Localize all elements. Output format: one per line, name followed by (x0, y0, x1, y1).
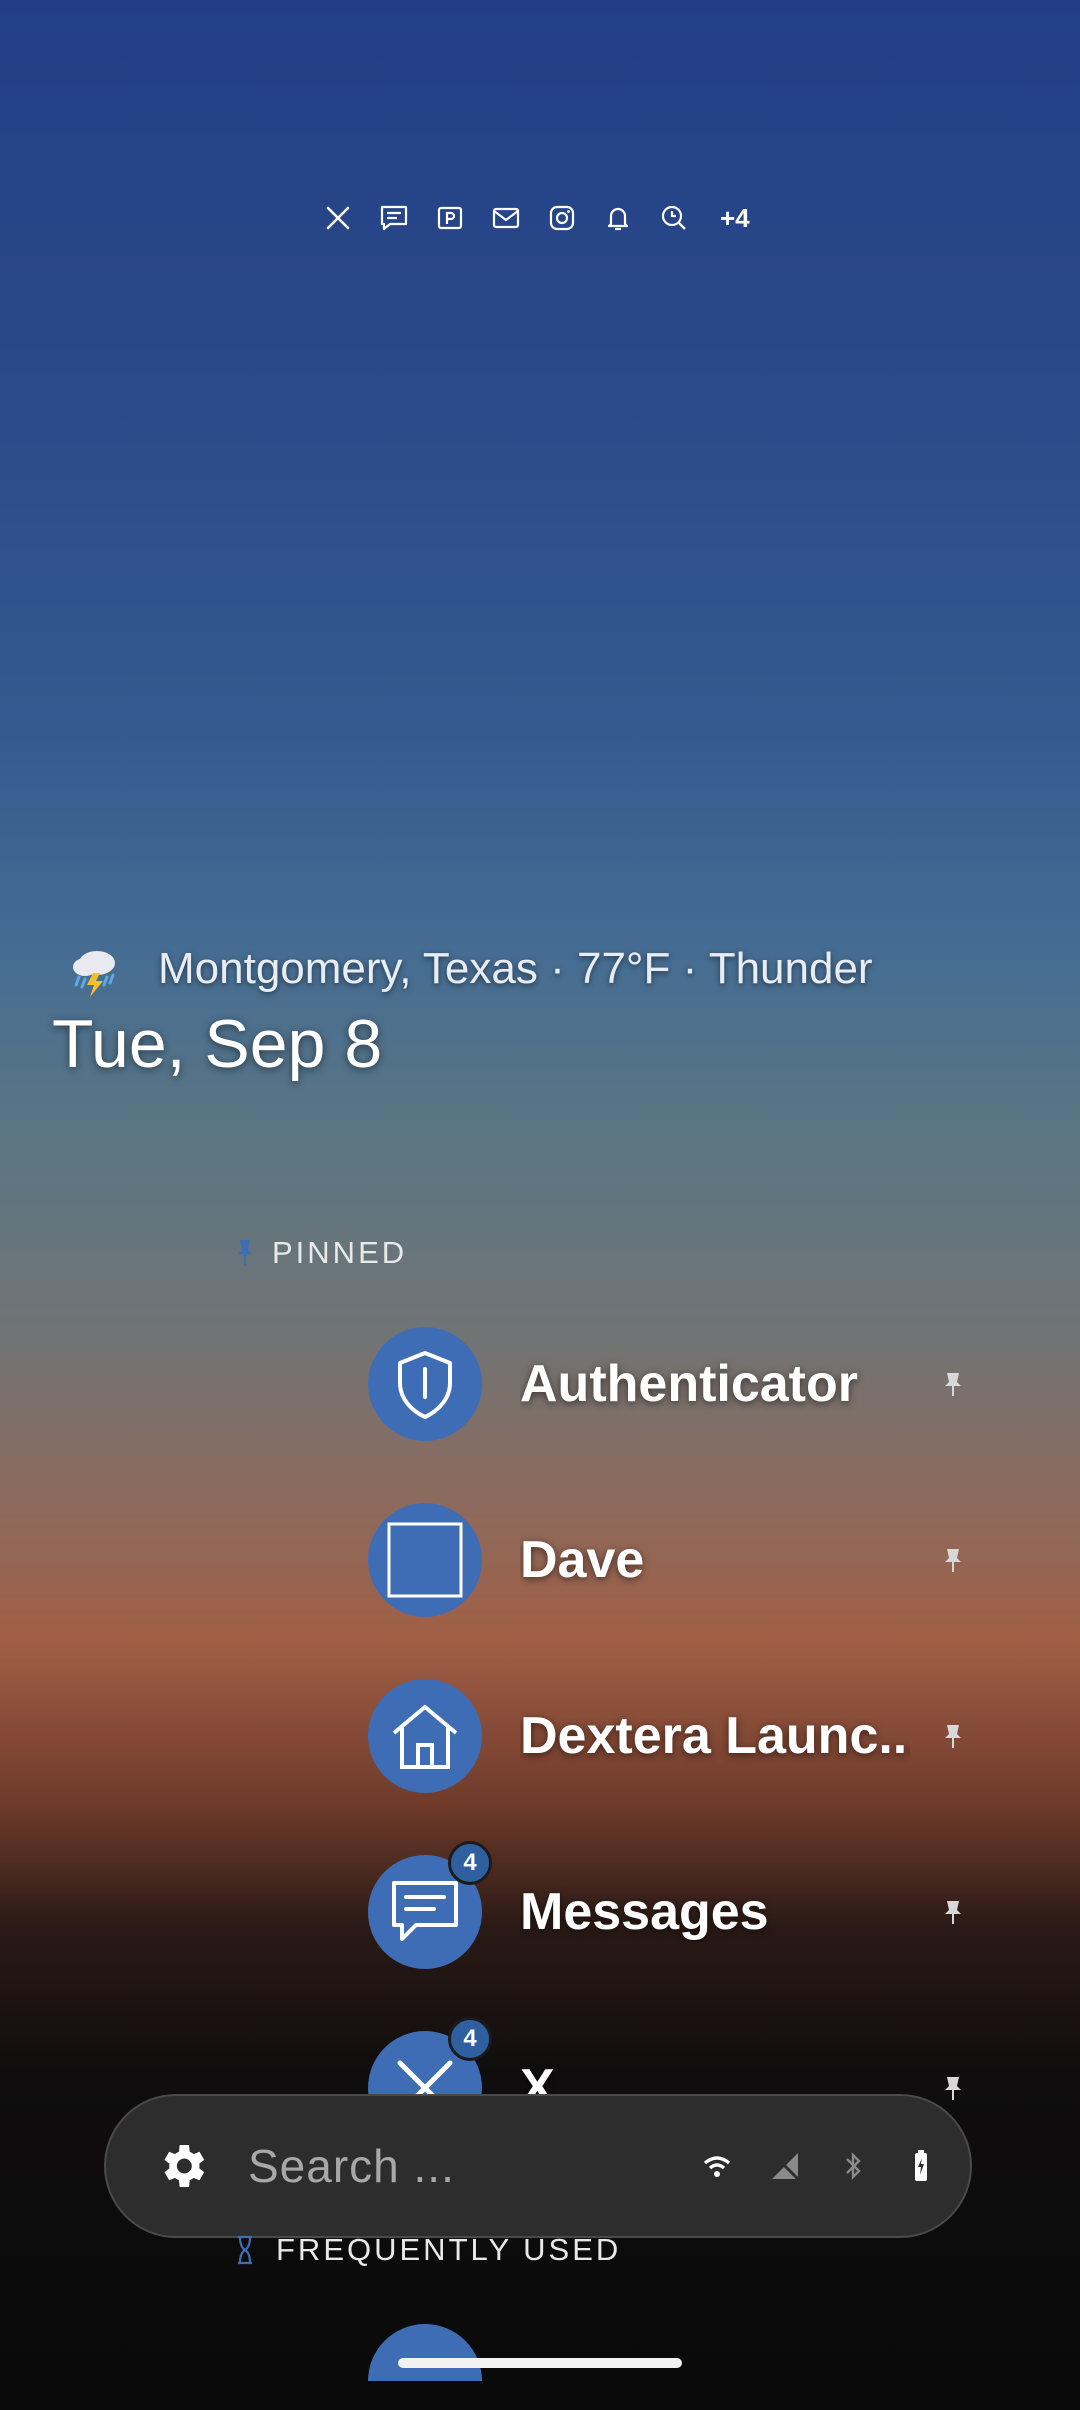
x-icon (320, 200, 356, 236)
battery-charging-icon[interactable] (906, 2149, 936, 2183)
notification-icons-row[interactable]: +4 (320, 190, 750, 246)
clock-search-icon (656, 200, 692, 236)
pinned-indicator-icon[interactable] (938, 1545, 968, 1575)
chat-icon: 4 (368, 1841, 492, 1969)
instagram-icon (544, 200, 580, 236)
app-row-dave[interactable]: Dave (368, 1502, 968, 1618)
pinned-indicator-icon[interactable] (938, 1369, 968, 1399)
pinned-indicator-icon[interactable] (938, 1721, 968, 1751)
search-input[interactable] (246, 2138, 690, 2194)
mail-icon (488, 200, 524, 236)
notification-badge: 4 (448, 1841, 492, 1885)
app-icon-partial[interactable] (368, 2324, 482, 2381)
hourglass-icon (238, 2235, 252, 2265)
parking-icon (432, 200, 468, 236)
square-icon (368, 1503, 482, 1617)
weather-widget[interactable]: Montgomery, Texas · 77°F · Thunder (52, 926, 873, 1012)
more-notifications-count: +4 (720, 202, 750, 233)
bluetooth-off-icon[interactable] (838, 2149, 868, 2183)
home-indicator[interactable] (398, 2358, 682, 2368)
frequently-used-label: FREQUENTLY USED (276, 2232, 622, 2267)
pinned-indicator-icon[interactable] (938, 2073, 968, 2103)
app-name: Dave (520, 1531, 645, 1589)
gear-icon[interactable] (154, 2138, 210, 2194)
app-row-messages[interactable]: 4 Messages (368, 1841, 968, 1970)
date-display[interactable]: Tue, Sep 8 (52, 1005, 382, 1083)
message-icon (376, 200, 412, 236)
notification-badge: 4 (448, 2017, 492, 2061)
bell-icon (600, 200, 636, 236)
pinned-header: PINNED (236, 1235, 407, 1271)
weather-summary: Montgomery, Texas · 77°F · Thunder (158, 944, 873, 993)
home-icon (368, 1679, 482, 1793)
pinned-indicator-icon[interactable] (938, 1897, 968, 1927)
app-name: Authenticator (520, 1355, 858, 1413)
thunderstorm-icon (52, 926, 138, 1012)
pin-icon (238, 1240, 252, 1266)
mobile-signal-off-icon[interactable] (770, 2149, 800, 2183)
shield-icon (368, 1327, 482, 1441)
pinned-label: PINNED (272, 1235, 408, 1270)
app-name: Dextera Launc... (520, 1707, 910, 1765)
frequently-used-header: FREQUENTLY USED (236, 2232, 621, 2268)
wifi-icon[interactable] (702, 2149, 732, 2183)
app-name: Messages (520, 1883, 769, 1941)
app-row-dextera-launcher[interactable]: Dextera Launc... (368, 1678, 968, 1794)
app-row-authenticator[interactable]: Authenticator (368, 1326, 968, 1442)
search-bar[interactable] (104, 2094, 972, 2238)
